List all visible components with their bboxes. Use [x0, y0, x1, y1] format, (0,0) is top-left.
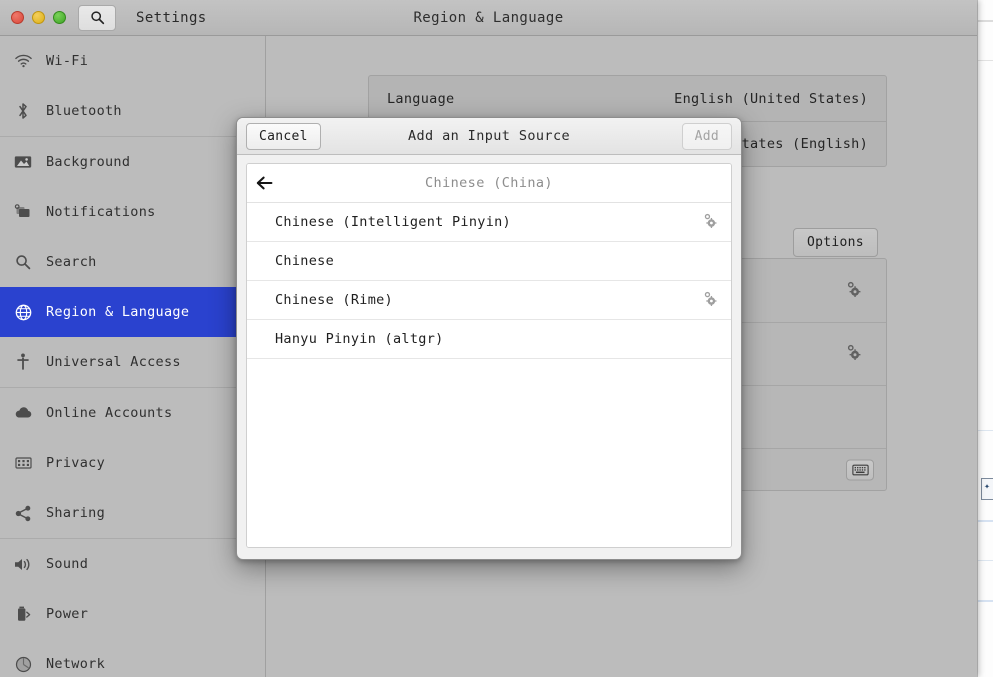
sidebar-item-universal-access[interactable]: Universal Access	[0, 337, 265, 387]
grid-icon	[14, 454, 32, 472]
language-row-value: English (United States)	[674, 90, 868, 107]
sidebar-item-online-accounts[interactable]: Online Accounts	[0, 388, 265, 438]
dialog-list-header: Chinese (China)	[247, 164, 731, 203]
sidebar-item-label: Background	[46, 154, 131, 170]
gear-icon[interactable]	[703, 291, 717, 310]
dialog-list-title: Chinese (China)	[425, 175, 553, 191]
settings-window: Settings Region & Language Wi-Fi Bluetoo…	[0, 0, 977, 677]
background-window[interactable]: ✦	[977, 0, 993, 677]
keyboard-icon	[851, 464, 869, 475]
dialog-header: Cancel Add an Input Source Add	[237, 118, 741, 155]
sidebar-item-sound[interactable]: Sound	[0, 539, 265, 589]
bg-window-field[interactable]: ✦	[981, 478, 993, 500]
gear-icon[interactable]	[703, 213, 717, 232]
sidebar-item-label: Universal Access	[46, 354, 181, 370]
bg-window-line	[978, 430, 993, 431]
cloud-icon	[14, 404, 32, 422]
globe-icon	[14, 303, 32, 321]
sidebar-item-wifi[interactable]: Wi-Fi	[0, 36, 265, 86]
sidebar-item-region-language[interactable]: Region & Language	[0, 287, 265, 337]
input-source-option-label: Hanyu Pinyin (altgr)	[275, 331, 444, 347]
search-icon	[90, 11, 104, 25]
window-controls	[11, 11, 66, 24]
close-button[interactable]	[11, 11, 24, 24]
sidebar-item-label: Sound	[46, 556, 89, 572]
input-source-option-label: Chinese (Rime)	[275, 292, 393, 308]
input-source-option-label: Chinese (Intelligent Pinyin)	[275, 214, 511, 230]
sidebar-item-label: Network	[46, 656, 105, 672]
add-input-source-dialog: Cancel Add an Input Source Add Chinese (…	[236, 117, 742, 560]
accessibility-icon	[14, 353, 32, 371]
app-label: Settings	[136, 9, 207, 26]
dialog-list-empty-space	[247, 359, 731, 547]
gear-icon[interactable]	[846, 344, 861, 364]
gear-icon[interactable]	[846, 281, 861, 301]
input-source-option[interactable]: Chinese (Intelligent Pinyin)	[247, 203, 731, 242]
sidebar-item-label: Bluetooth	[46, 103, 122, 119]
cancel-button[interactable]: Cancel	[246, 122, 321, 150]
sidebar-item-bluetooth[interactable]: Bluetooth	[0, 86, 265, 136]
bg-window-line	[978, 600, 993, 602]
battery-icon	[14, 605, 32, 623]
search-button[interactable]	[78, 4, 116, 31]
sidebar-item-power[interactable]: Power	[0, 589, 265, 639]
bg-window-line	[978, 60, 993, 61]
speaker-icon	[14, 555, 32, 573]
dialog-body: Chinese (China) Chinese (Intelligent Pin…	[246, 163, 732, 548]
maximize-button[interactable]	[53, 11, 66, 24]
language-row-label: Language	[387, 90, 455, 107]
input-source-option[interactable]: Chinese	[247, 242, 731, 281]
bg-window-line	[978, 20, 993, 22]
sidebar-item-label: Sharing	[46, 505, 105, 521]
titlebar: Settings Region & Language	[0, 0, 977, 36]
input-source-option[interactable]: Chinese (Rime)	[247, 281, 731, 320]
bluetooth-icon	[14, 102, 32, 120]
bg-window-line	[978, 520, 993, 522]
sidebar-item-search[interactable]: Search	[0, 237, 265, 287]
add-button[interactable]: Add	[681, 122, 732, 150]
back-button[interactable]	[247, 176, 283, 190]
share-icon	[14, 504, 32, 522]
network-icon	[14, 655, 32, 673]
sidebar-item-label: Search	[46, 254, 97, 270]
image-icon	[14, 153, 32, 171]
input-source-option-label: Chinese	[275, 253, 334, 269]
sidebar-item-label: Region & Language	[46, 304, 190, 320]
sidebar: Wi-Fi Bluetooth Background Notifications…	[0, 36, 266, 677]
sidebar-item-background[interactable]: Background	[0, 137, 265, 187]
bell-icon	[14, 203, 32, 221]
sidebar-item-network[interactable]: Network	[0, 639, 265, 677]
options-button[interactable]: Options	[793, 228, 878, 257]
language-row[interactable]: Language English (United States)	[369, 76, 886, 121]
search-icon	[14, 253, 32, 271]
sidebar-item-label: Privacy	[46, 455, 105, 471]
sidebar-item-label: Wi-Fi	[46, 53, 89, 69]
bg-window-glyph: ✦	[984, 481, 991, 492]
screen: ✦ Settings Region & Language Wi-Fi Bluet…	[0, 0, 993, 677]
wifi-icon	[14, 52, 32, 70]
back-arrow-icon	[256, 176, 273, 190]
sidebar-item-label: Online Accounts	[46, 405, 173, 421]
sidebar-item-sharing[interactable]: Sharing	[0, 488, 265, 538]
minimize-button[interactable]	[32, 11, 45, 24]
sidebar-item-label: Notifications	[46, 204, 156, 220]
keyboard-layout-button[interactable]	[846, 459, 874, 480]
sidebar-item-notifications[interactable]: Notifications	[0, 187, 265, 237]
input-source-option[interactable]: Hanyu Pinyin (altgr)	[247, 320, 731, 359]
sidebar-item-label: Power	[46, 606, 89, 622]
sidebar-item-privacy[interactable]: Privacy	[0, 438, 265, 488]
bg-window-line	[978, 560, 993, 561]
